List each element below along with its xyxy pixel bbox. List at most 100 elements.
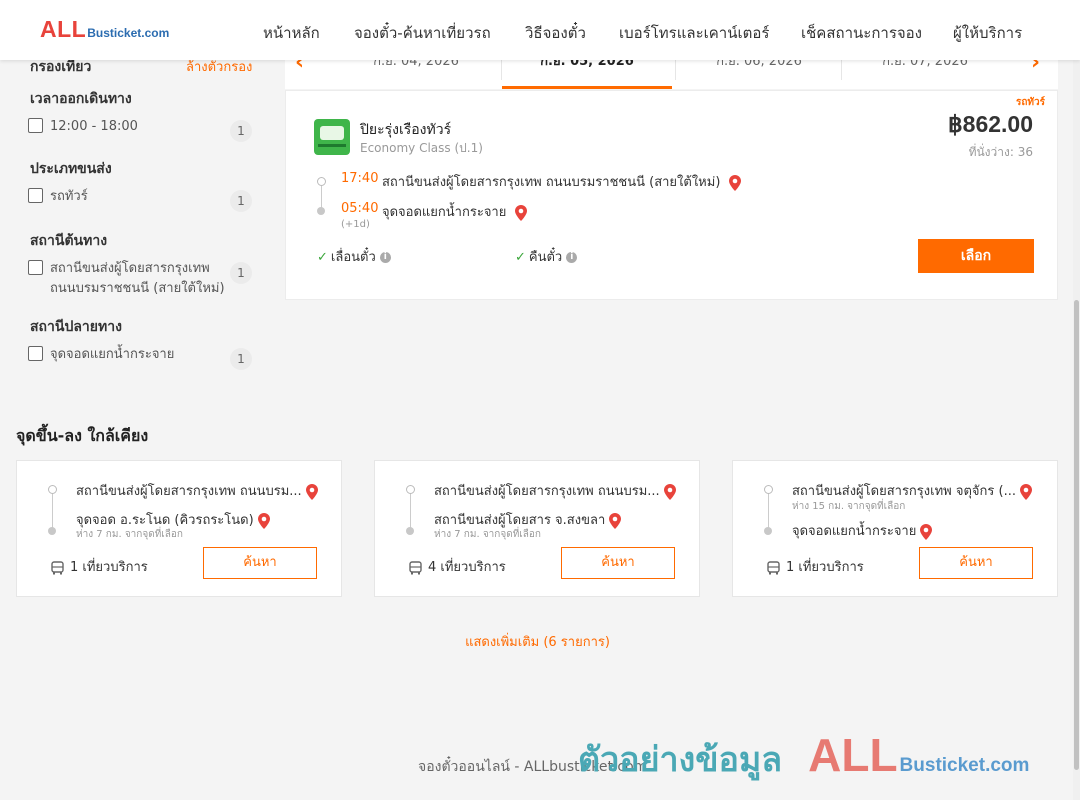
nearby-from: สถานีขนส่งผู้โดยสารกรุงเทพ ถนนบรม... bbox=[76, 480, 318, 501]
trip-card: รถทัวร์ ปิยะรุ่งเรืองทัวร์ Economy Class… bbox=[285, 90, 1058, 300]
map-pin-icon[interactable] bbox=[1019, 483, 1032, 500]
filter-option-label: 12:00 - 18:00 bbox=[50, 119, 138, 134]
count-badge: 1 bbox=[230, 190, 252, 212]
route-line bbox=[321, 183, 322, 209]
origin-dot bbox=[317, 177, 326, 186]
nearby-from-label: สถานีขนส่งผู้โดยสารกรุงเทพ ถนนบรม... bbox=[434, 484, 660, 499]
checkbox[interactable] bbox=[28, 346, 43, 361]
map-pin-icon[interactable] bbox=[609, 512, 622, 529]
watermark-text: ตัวอย่างข้อมูล bbox=[578, 740, 783, 780]
nearby-title: จุดขึ้น-ลง ใกล้เคียง bbox=[16, 426, 149, 445]
map-pin-icon[interactable] bbox=[728, 174, 741, 191]
destination-dot bbox=[48, 527, 56, 535]
origin-dot bbox=[406, 485, 415, 494]
destination-dot bbox=[317, 207, 325, 215]
bus-icon bbox=[51, 560, 64, 574]
nearby-card: สถานีขนส่งผู้โดยสารกรุงเทพ ถนนบรม... สถา… bbox=[374, 460, 700, 597]
nearby-from-label: สถานีขนส่งผู้โดยสารกรุงเทพ จตุจักร (... bbox=[792, 484, 1016, 499]
nav-how-to-book[interactable]: วิธีจองตั๋ว bbox=[525, 21, 586, 45]
trip-price: ฿862.00 bbox=[948, 111, 1033, 137]
show-more-link[interactable]: แสดงเพิ่มเติม (6 รายการ) bbox=[0, 631, 1075, 652]
nav-booking-status[interactable]: เช็คสถานะการจอง bbox=[801, 21, 922, 45]
map-pin-icon[interactable] bbox=[305, 483, 318, 500]
count-badge: 1 bbox=[230, 120, 252, 142]
info-icon[interactable]: i bbox=[379, 252, 391, 263]
watermark-logo-all: ALL bbox=[808, 729, 898, 781]
logo-all: ALL bbox=[40, 16, 87, 42]
filter-option-label: รถทัวร์ bbox=[50, 189, 88, 204]
filter-title-depart-time: เวลาออกเดินทาง bbox=[30, 91, 132, 107]
nearby-trips: 4 เที่ยวบริการ bbox=[409, 556, 506, 577]
filter-title-destination: สถานีปลายทาง bbox=[30, 319, 122, 335]
checkbox[interactable] bbox=[28, 118, 43, 133]
scrollbar[interactable] bbox=[1073, 60, 1080, 800]
nav-home[interactable]: หน้าหลัก bbox=[263, 21, 320, 45]
logo-rest: Busticket.com bbox=[87, 26, 170, 40]
nearby-distance: ห่าง 7 กม. จากจุดที่เลือก bbox=[434, 529, 541, 540]
map-pin-icon[interactable] bbox=[257, 512, 270, 529]
search-button[interactable]: ค้นหา bbox=[561, 547, 675, 579]
check-icon: ✓ bbox=[317, 250, 328, 265]
nearby-trips-label: 1 เที่ยวบริการ bbox=[786, 560, 864, 575]
site-logo[interactable]: ALL Busticket.com bbox=[40, 16, 169, 46]
nearby-to-label: จุดจอดแยกน้ำกระจาย bbox=[792, 524, 917, 539]
route-line bbox=[768, 488, 769, 530]
filter-title-origin: สถานีต้นทาง bbox=[30, 233, 108, 249]
nearby-from: สถานีขนส่งผู้โดยสารกรุงเทพ จตุจักร (... bbox=[792, 480, 1032, 501]
nav-book-search[interactable]: จองตั๋ว-ค้นหาเที่ยวรถ bbox=[354, 21, 491, 45]
origin-dot bbox=[48, 485, 57, 494]
filter-option-label-line2: ถนนบรมราชชนนี (สายใต้ใหม่) bbox=[50, 281, 225, 296]
route-line bbox=[410, 488, 411, 530]
bus-icon bbox=[409, 560, 422, 574]
nearby-trips: 1 เที่ยวบริการ bbox=[51, 556, 148, 577]
site-header: ALL Busticket.com หน้าหลัก จองตั๋ว-ค้นหา… bbox=[0, 0, 1080, 60]
filter-title-transport-type: ประเภทขนส่ง bbox=[30, 161, 112, 177]
map-pin-icon[interactable] bbox=[514, 204, 527, 221]
nearby-trips-label: 4 เที่ยวบริการ bbox=[428, 560, 506, 575]
feature-label: เลื่อนตั๋ว bbox=[330, 250, 376, 265]
depart-stop: สถานีขนส่งผู้โดยสารกรุงเทพ ถนนบรมราชชนนี… bbox=[382, 171, 741, 192]
nearby-to-label: จุดจอด อ.ระโนด (คิวรถระโนด) bbox=[76, 513, 254, 528]
feature-reschedule: ✓ เลื่อนตั๋ว i bbox=[317, 246, 391, 267]
map-pin-icon[interactable] bbox=[663, 483, 676, 500]
operator-name: ปิยะรุ่งเรืองทัวร์ bbox=[360, 122, 452, 138]
nearby-to-label: สถานีขนส่งผู้โดยสาร จ.สงขลา bbox=[434, 513, 606, 528]
nav-operators[interactable]: ผู้ให้บริการ bbox=[953, 21, 1022, 45]
map-pin-icon[interactable] bbox=[920, 523, 933, 540]
search-button[interactable]: ค้นหา bbox=[203, 547, 317, 579]
arrive-stop-label: จุดจอดแยกน้ำกระจาย bbox=[382, 205, 507, 220]
feature-refund: ✓ คืนตั๋ว i bbox=[515, 246, 578, 267]
scrollbar-thumb[interactable] bbox=[1074, 300, 1079, 770]
route-line bbox=[52, 488, 53, 530]
feature-label: คืนตั๋ว bbox=[528, 250, 563, 265]
watermark-logo-rest: Busticket.com bbox=[899, 755, 1030, 776]
bus-icon bbox=[767, 560, 780, 574]
destination-dot bbox=[406, 527, 414, 535]
info-icon[interactable]: i bbox=[566, 252, 578, 263]
bus-class: Economy Class (ป.1) bbox=[360, 141, 483, 155]
depart-stop-label: สถานีขนส่งผู้โดยสารกรุงเทพ ถนนบรมราชชนนี… bbox=[382, 175, 721, 190]
filter-option-label: สถานีขนส่งผู้โดยสารกรุงเทพ ถนนบรมราชชนนี… bbox=[50, 259, 230, 299]
nearby-card: สถานีขนส่งผู้โดยสารกรุงเทพ ถนนบรม... จุด… bbox=[16, 460, 342, 597]
filter-option-label: จุดจอดแยกน้ำกระจาย bbox=[50, 347, 175, 362]
arrive-time: 05:40 bbox=[341, 201, 379, 216]
checkbox[interactable] bbox=[28, 260, 43, 275]
plus-day-note: (+1d) bbox=[341, 219, 370, 230]
nearby-trips-label: 1 เที่ยวบริการ bbox=[70, 560, 148, 575]
nearby-from: สถานีขนส่งผู้โดยสารกรุงเทพ ถนนบรม... bbox=[434, 480, 676, 501]
nearby-to: จุดจอดแยกน้ำกระจาย bbox=[792, 520, 933, 541]
nearby-trips: 1 เที่ยวบริการ bbox=[767, 556, 864, 577]
select-trip-button[interactable]: เลือก bbox=[918, 239, 1034, 273]
nav-phone-counter[interactable]: เบอร์โทรและเคาน์เตอร์ bbox=[619, 21, 769, 45]
destination-dot bbox=[764, 527, 772, 535]
count-badge: 1 bbox=[230, 262, 252, 284]
nearby-card: สถานีขนส่งผู้โดยสารกรุงเทพ จตุจักร (... … bbox=[732, 460, 1058, 597]
nearby-distance: ห่าง 15 กม. จากจุดที่เลือก bbox=[792, 501, 906, 512]
filter-option-label-line1: สถานีขนส่งผู้โดยสารกรุงเทพ bbox=[50, 261, 210, 276]
vehicle-tag: รถทัวร์ bbox=[1015, 97, 1045, 108]
nearby-distance: ห่าง 7 กม. จากจุดที่เลือก bbox=[76, 529, 183, 540]
search-button[interactable]: ค้นหา bbox=[919, 547, 1033, 579]
checkbox[interactable] bbox=[28, 188, 43, 203]
seats-available: ที่นั่งว่าง: 36 bbox=[968, 145, 1033, 159]
count-badge: 1 bbox=[230, 348, 252, 370]
